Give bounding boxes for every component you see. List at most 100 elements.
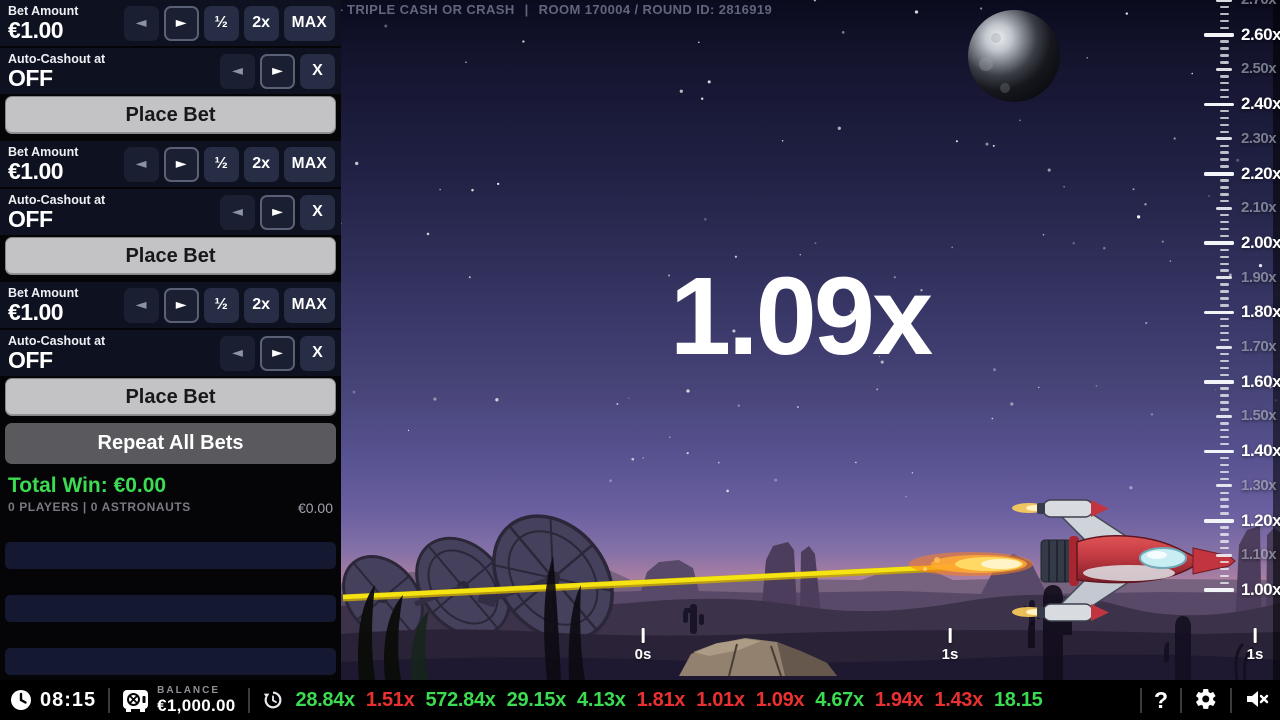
bet-panel: Bet Amount €1.00 ◄ ► ½ 2x MAX Auto-Casho…	[0, 141, 341, 275]
cashout-decrease-button[interactable]: ◄	[220, 336, 255, 371]
bet-amount-label: Bet Amount	[8, 286, 78, 300]
bet-half-button[interactable]: ½	[204, 147, 239, 182]
header-separator: |	[525, 2, 529, 17]
history-multiplier: 1.09x	[756, 689, 805, 712]
bet-amount-value: €1.00	[8, 159, 78, 183]
left-arrow-icon: ◄	[136, 298, 147, 312]
bet-max-button[interactable]: MAX	[284, 147, 335, 182]
bet-panel: Bet Amount €1.00 ◄ ► ½ 2x MAX Auto-Casho…	[0, 282, 341, 416]
players-count-label: 0 PLAYERS | 0 ASTRONAUTS	[8, 500, 191, 514]
current-multiplier: 1.09x	[670, 262, 930, 372]
bet-max-button[interactable]: MAX	[284, 288, 335, 323]
left-arrow-icon: ◄	[232, 64, 243, 78]
bet-amount-row: Bet Amount €1.00 ◄ ► ½ 2x MAX	[0, 0, 341, 46]
players-row: 0 PLAYERS | 0 ASTRONAUTS €0.00	[8, 500, 333, 516]
bet-max-button[interactable]: MAX	[284, 6, 335, 41]
bet-increase-button[interactable]: ►	[164, 6, 199, 41]
left-arrow-icon: ◄	[232, 346, 243, 360]
right-arrow-icon: ►	[176, 298, 187, 312]
repeat-all-bets-button[interactable]: Repeat All Bets	[5, 423, 336, 464]
gear-icon	[1194, 687, 1218, 714]
divider	[1230, 688, 1232, 713]
side-total-value: €0.00	[298, 500, 333, 516]
bet-panel: Bet Amount €1.00 ◄ ► ½ 2x MAX Auto-Casho…	[0, 0, 341, 134]
bet-increase-button[interactable]: ►	[164, 147, 199, 182]
game-area: TRIPLE CASH OR CRASH | ROOM 170004 / ROU…	[341, 0, 1280, 680]
bet-decrease-button[interactable]: ◄	[124, 288, 159, 323]
auto-cashout-text: Auto-Cashout at OFF	[8, 52, 105, 90]
cashout-clear-button[interactable]: X	[300, 336, 335, 371]
player-list-row	[5, 542, 336, 569]
place-bet-button[interactable]: Place Bet	[5, 237, 336, 275]
auto-cashout-text: Auto-Cashout at OFF	[8, 193, 105, 231]
auto-cashout-row: Auto-Cashout at OFF ◄ ► X	[0, 48, 341, 94]
history-icon[interactable]	[262, 689, 284, 711]
divider	[248, 688, 250, 713]
bet-decrease-button[interactable]: ◄	[124, 147, 159, 182]
help-button[interactable]: ?	[1154, 687, 1168, 714]
bet-double-button[interactable]: 2x	[244, 147, 279, 182]
status-bar: 08:15 BALANCE €1,000.00 28.84x1.51x572.8…	[0, 680, 1280, 720]
auto-cashout-buttons: ◄ ► X	[220, 195, 335, 230]
auto-cashout-value: OFF	[8, 207, 105, 231]
bet-amount-text: Bet Amount €1.00	[8, 286, 78, 324]
vault-icon	[122, 688, 149, 713]
bet-half-button[interactable]: ½	[204, 288, 239, 323]
right-arrow-icon: ►	[176, 157, 187, 171]
divider	[1180, 688, 1182, 713]
place-bet-button[interactable]: Place Bet	[5, 96, 336, 134]
auto-cashout-buttons: ◄ ► X	[220, 336, 335, 371]
auto-cashout-text: Auto-Cashout at OFF	[8, 334, 105, 372]
bet-amount-value: €1.00	[8, 300, 78, 324]
cashout-decrease-button[interactable]: ◄	[220, 54, 255, 89]
right-arrow-icon: ►	[272, 346, 283, 360]
sound-muted-icon	[1244, 688, 1270, 713]
total-win-label: Total Win: €0.00	[8, 474, 333, 498]
history-multiplier: 1.94x	[875, 689, 924, 712]
cashout-decrease-button[interactable]: ◄	[220, 195, 255, 230]
cashout-clear-button[interactable]: X	[300, 195, 335, 230]
bet-double-button[interactable]: 2x	[244, 6, 279, 41]
mute-button[interactable]	[1244, 688, 1270, 713]
bet-half-button[interactable]: ½	[204, 6, 239, 41]
stars	[341, 0, 1277, 498]
cashout-increase-button[interactable]: ►	[260, 336, 295, 371]
right-arrow-icon: ►	[272, 205, 283, 219]
bet-double-button[interactable]: 2x	[244, 288, 279, 323]
balance-value: €1,000.00	[157, 696, 235, 715]
settings-button[interactable]	[1194, 687, 1218, 714]
cashout-clear-button[interactable]: X	[300, 54, 335, 89]
bet-amount-buttons: ◄ ► ½ 2x MAX	[124, 147, 335, 182]
bet-amount-text: Bet Amount €1.00	[8, 4, 78, 42]
bet-decrease-button[interactable]: ◄	[124, 6, 159, 41]
clock-icon	[10, 689, 32, 711]
divider	[108, 688, 110, 713]
history-multiplier: 4.13x	[577, 689, 626, 712]
auto-cashout-value: OFF	[8, 66, 105, 90]
history-multiplier: 1.01x	[696, 689, 745, 712]
player-list-row	[5, 595, 336, 622]
balance-block: BALANCE €1,000.00	[157, 685, 235, 715]
auto-cashout-label: Auto-Cashout at	[8, 52, 105, 66]
cashout-increase-button[interactable]: ►	[260, 195, 295, 230]
cashout-increase-button[interactable]: ►	[260, 54, 295, 89]
right-arrow-icon: ►	[176, 16, 187, 30]
multiplier-history: 28.84x1.51x572.84x29.15x4.13x1.81x1.01x1…	[296, 689, 1043, 712]
session-time: 08:15	[40, 689, 96, 712]
game-header: TRIPLE CASH OR CRASH | ROOM 170004 / ROU…	[347, 2, 772, 17]
history-multiplier: 18.15	[994, 689, 1043, 712]
bet-amount-label: Bet Amount	[8, 145, 78, 159]
left-arrow-icon: ◄	[232, 205, 243, 219]
auto-cashout-row: Auto-Cashout at OFF ◄ ► X	[0, 330, 341, 376]
balance-label: BALANCE	[157, 685, 235, 696]
room-round-info: ROOM 170004 / ROUND ID: 2816919	[539, 2, 773, 17]
bet-increase-button[interactable]: ►	[164, 288, 199, 323]
history-multiplier: 29.15x	[507, 689, 566, 712]
bet-amount-label: Bet Amount	[8, 4, 78, 18]
history-multiplier: 4.67x	[815, 689, 864, 712]
history-multiplier: 1.81x	[637, 689, 686, 712]
place-bet-button[interactable]: Place Bet	[5, 378, 336, 416]
history-multiplier: 572.84x	[425, 689, 495, 712]
right-arrow-icon: ►	[272, 64, 283, 78]
history-multiplier: 1.43x	[934, 689, 983, 712]
